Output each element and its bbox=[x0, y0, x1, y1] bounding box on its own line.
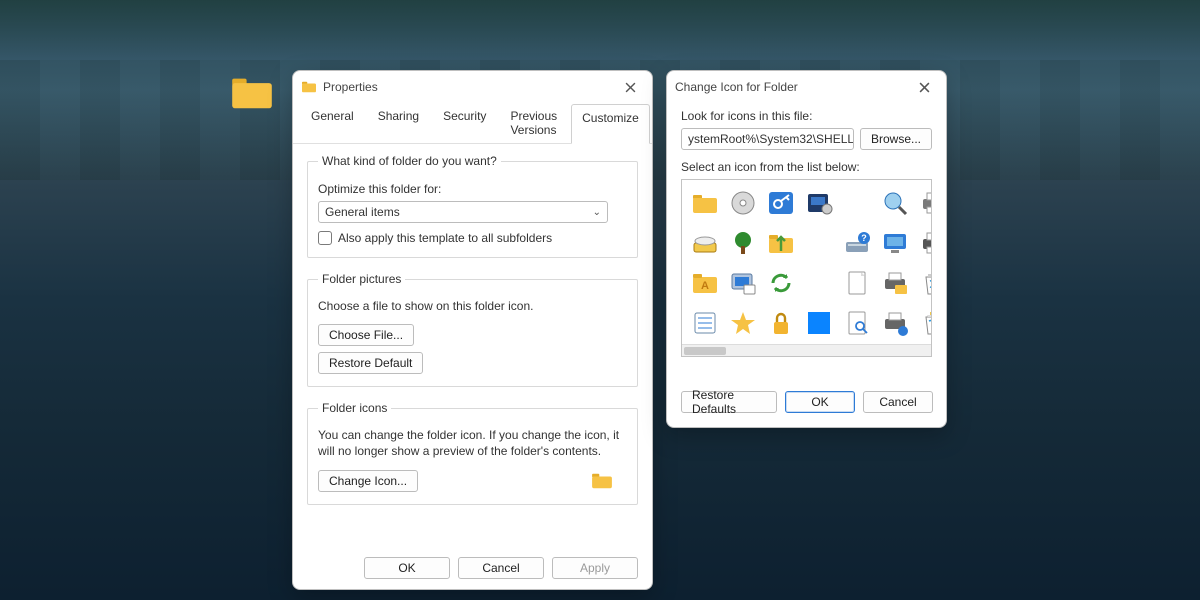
apply-button[interactable]: Apply bbox=[552, 557, 638, 579]
list-panel-icon[interactable] bbox=[688, 306, 722, 340]
desktop-folder[interactable] bbox=[230, 75, 274, 111]
tree-icon[interactable] bbox=[726, 226, 760, 260]
folder-a-icon[interactable]: A bbox=[688, 266, 722, 300]
select-icon-label: Select an icon from the list below: bbox=[681, 160, 932, 174]
apply-subfolders-checkbox[interactable] bbox=[318, 231, 332, 245]
change-icon-titlebar[interactable]: Change Icon for Folder bbox=[667, 71, 946, 103]
folder-icons-desc: You can change the folder icon. If you c… bbox=[318, 427, 627, 459]
display-settings-icon[interactable] bbox=[878, 226, 912, 260]
document-search-icon[interactable] bbox=[840, 306, 874, 340]
key-icon[interactable] bbox=[764, 186, 798, 220]
tab-security[interactable]: Security bbox=[433, 103, 496, 143]
optimize-select[interactable]: General items ⌄ bbox=[318, 201, 608, 223]
change-icon-title: Change Icon for Folder bbox=[675, 80, 908, 94]
ok-button[interactable]: OK bbox=[785, 391, 855, 413]
cancel-button[interactable]: Cancel bbox=[458, 557, 544, 579]
properties-footer: OK Cancel Apply bbox=[364, 557, 638, 579]
cancel-button[interactable]: Cancel bbox=[863, 391, 933, 413]
folder-icon bbox=[301, 80, 317, 94]
search-globe-icon[interactable] bbox=[878, 186, 912, 220]
blank-icon[interactable] bbox=[802, 266, 836, 300]
optimize-label: Optimize this folder for: bbox=[318, 182, 627, 196]
tab-sharing[interactable]: Sharing bbox=[368, 103, 429, 143]
group-folder-kind: What kind of folder do you want? Optimiz… bbox=[307, 154, 638, 258]
blank-icon[interactable] bbox=[840, 186, 874, 220]
group-folder-pictures: Folder pictures Choose a file to show on… bbox=[307, 272, 638, 387]
ok-button[interactable]: OK bbox=[364, 557, 450, 579]
printer-network-icon[interactable] bbox=[878, 306, 912, 340]
tab-customize[interactable]: Customize bbox=[571, 104, 650, 144]
properties-titlebar[interactable]: Properties bbox=[293, 71, 652, 103]
close-button[interactable] bbox=[614, 75, 646, 99]
refresh-arrows-icon[interactable] bbox=[764, 266, 798, 300]
printer-default-icon[interactable] bbox=[916, 186, 932, 220]
properties-title: Properties bbox=[323, 80, 614, 94]
restore-default-button[interactable]: Restore Default bbox=[318, 352, 423, 374]
tab-previous-versions[interactable]: Previous Versions bbox=[500, 103, 567, 143]
install-disk-icon[interactable] bbox=[802, 186, 836, 220]
change-icon-button[interactable]: Change Icon... bbox=[318, 470, 418, 492]
folder-pictures-desc: Choose a file to show on this folder ico… bbox=[318, 298, 627, 314]
tab-bar: General Sharing Security Previous Versio… bbox=[293, 103, 652, 144]
choose-file-button[interactable]: Choose File... bbox=[318, 324, 414, 346]
folder-icon bbox=[591, 472, 613, 490]
svg-text:?: ? bbox=[861, 233, 867, 243]
restore-defaults-button[interactable]: Restore Defaults bbox=[681, 391, 777, 413]
browse-button[interactable]: Browse... bbox=[860, 128, 932, 150]
svg-text:A: A bbox=[701, 280, 709, 292]
close-button[interactable] bbox=[908, 75, 940, 99]
star-icon[interactable] bbox=[726, 306, 760, 340]
icon-file-path-value: ystemRoot%\System32\SHELL32.dll bbox=[688, 132, 854, 146]
icon-list: ?A bbox=[681, 179, 932, 357]
look-for-icons-label: Look for icons in this file: bbox=[681, 109, 932, 123]
customize-panel: What kind of folder do you want? Optimiz… bbox=[293, 144, 652, 527]
close-icon bbox=[919, 82, 930, 93]
computer-run-icon[interactable] bbox=[726, 266, 760, 300]
legend-folder-icons: Folder icons bbox=[318, 401, 391, 415]
drive-question-icon[interactable]: ? bbox=[840, 226, 874, 260]
lock-icon[interactable] bbox=[764, 306, 798, 340]
recycle-full-icon[interactable] bbox=[916, 306, 932, 340]
tab-general[interactable]: General bbox=[301, 103, 364, 143]
legend-folder-kind: What kind of folder do you want? bbox=[318, 154, 501, 168]
change-icon-dialog: Change Icon for Folder Look for icons in… bbox=[666, 70, 947, 428]
chevron-down-icon: ⌄ bbox=[593, 207, 601, 218]
recycle-bin-icon[interactable] bbox=[916, 266, 932, 300]
drive-open-icon[interactable] bbox=[688, 226, 722, 260]
disc-icon[interactable] bbox=[726, 186, 760, 220]
blank-icon[interactable] bbox=[802, 226, 836, 260]
change-icon-content: Look for icons in this file: ystemRoot%\… bbox=[667, 109, 946, 365]
folder-icon[interactable] bbox=[688, 186, 722, 220]
document-icon[interactable] bbox=[840, 266, 874, 300]
printer-folder-icon[interactable] bbox=[878, 266, 912, 300]
legend-folder-pictures: Folder pictures bbox=[318, 272, 405, 286]
apply-subfolders-label: Also apply this template to all subfolde… bbox=[338, 231, 552, 245]
folder-up-icon[interactable] bbox=[764, 226, 798, 260]
properties-dialog: Properties General Sharing Security Prev… bbox=[292, 70, 653, 590]
group-folder-icons: Folder icons You can change the folder i… bbox=[307, 401, 638, 504]
optimize-select-value: General items bbox=[325, 205, 400, 219]
blue-tile-icon[interactable] bbox=[802, 306, 836, 340]
icon-file-path-input[interactable]: ystemRoot%\System32\SHELL32.dll bbox=[681, 128, 854, 150]
horizontal-scrollbar[interactable] bbox=[682, 344, 931, 356]
printer-3d-icon[interactable] bbox=[916, 226, 932, 260]
change-icon-footer: Restore Defaults OK Cancel bbox=[681, 391, 932, 413]
close-icon bbox=[625, 82, 636, 93]
